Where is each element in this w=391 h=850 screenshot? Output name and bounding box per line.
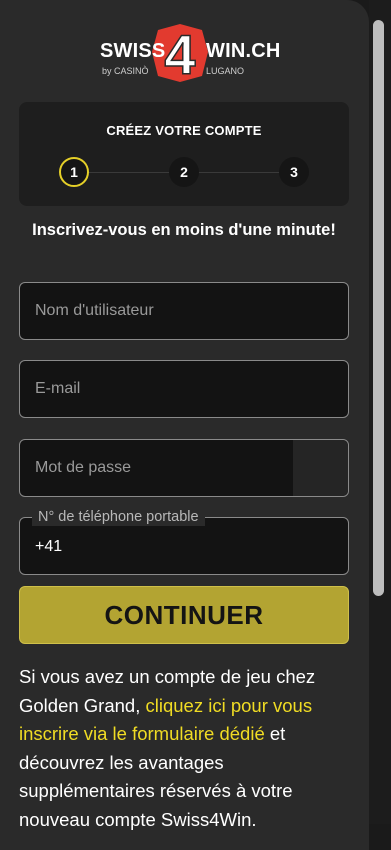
phone-prefix: +41 <box>35 538 63 555</box>
signup-tagline: Inscrivez-vous en moins d'une minute! <box>32 221 336 239</box>
username-input[interactable] <box>35 283 325 339</box>
scrollbar-thumb[interactable] <box>373 20 384 596</box>
brand-name-right: WIN.CH <box>206 40 281 62</box>
registration-panel: 4 SWISS WIN.CH by CASINÒ LUGANO CRÉEZ VO… <box>0 0 369 850</box>
steps-title: CRÉEZ VOTRE COMPTE <box>106 123 262 138</box>
brand-logo: 4 SWISS WIN.CH by CASINÒ LUGANO <box>0 22 369 84</box>
email-field[interactable] <box>19 360 349 418</box>
phone-field[interactable]: N° de téléphone portable +41 <box>19 508 349 575</box>
email-input[interactable] <box>35 361 325 417</box>
step-1: 1 <box>59 157 89 187</box>
golden-grand-info: Si vous avez un compte de jeu chez Golde… <box>19 663 354 834</box>
password-visibility-toggle[interactable] <box>293 440 348 496</box>
brand-mark-number: 4 <box>164 23 195 84</box>
signup-steps: CRÉEZ VOTRE COMPTE 1 2 3 <box>19 102 349 206</box>
brand-sub-right: LUGANO <box>206 66 245 76</box>
step-3: 3 <box>279 157 309 187</box>
continue-button[interactable]: CONTINUER <box>19 586 349 644</box>
brand-name-left: SWISS <box>100 40 166 62</box>
username-field[interactable] <box>19 282 349 340</box>
step-2: 2 <box>169 157 199 187</box>
phone-input[interactable] <box>75 518 335 574</box>
password-field[interactable] <box>19 439 349 497</box>
brand-sub-left: by CASINÒ <box>102 66 149 76</box>
page-scrollbar[interactable] <box>369 0 391 824</box>
password-input[interactable] <box>35 440 325 496</box>
